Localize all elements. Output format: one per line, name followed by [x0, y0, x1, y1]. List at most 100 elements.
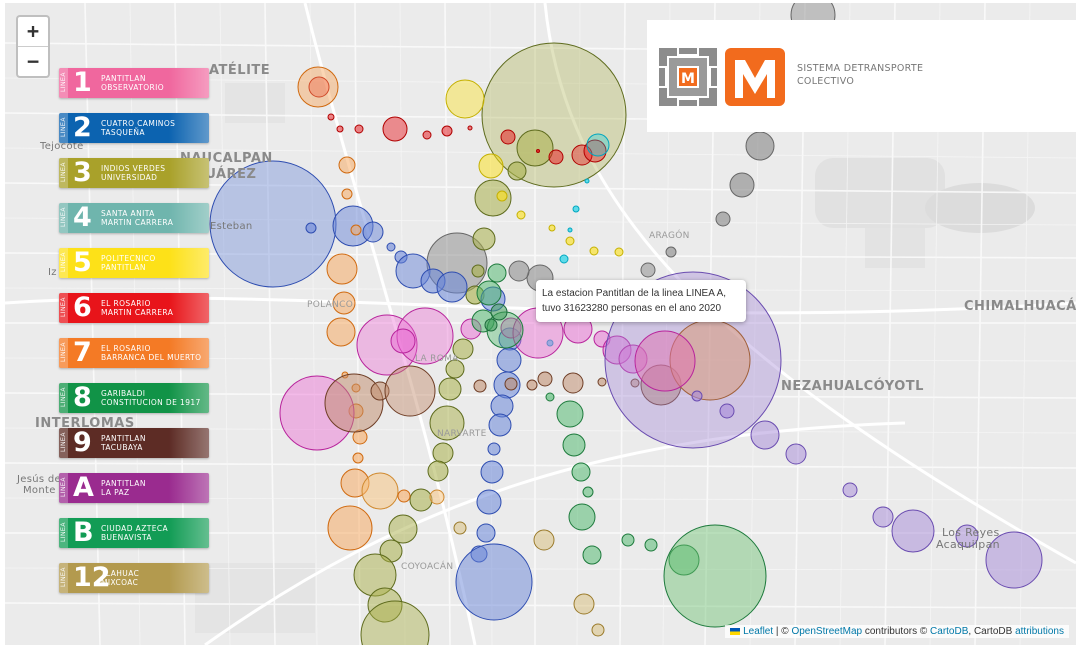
- legend-shine: [169, 518, 209, 548]
- legend-shine: [169, 293, 209, 323]
- legend-item-line-b: LINEA B CIUDAD AZTECA BUENAVISTA: [59, 518, 209, 548]
- logo-text-line2: COLECTIVO: [797, 76, 855, 87]
- zoom-in-button[interactable]: +: [18, 17, 48, 46]
- tooltip-line2: tuvo 31623280 personas en el ano 2020: [542, 303, 722, 314]
- map-canvas[interactable]: ATÉLITE NAUCALPAN JUÁREZ Tejocote Esteba…: [5, 3, 1076, 645]
- place-label-esteban: Esteban: [210, 221, 253, 232]
- cartodb-link[interactable]: CartoDB: [930, 626, 968, 637]
- legend-item-line-8: LINEA 8 GARIBALDI CONSTITUCION DE 1917: [59, 383, 209, 413]
- legend-line-terminal-1: TLAHUAC: [101, 569, 140, 578]
- legend-line-terminal-2: MIXCOAC: [101, 578, 139, 587]
- legend-shine: [169, 473, 209, 503]
- legend-tag-text: LINEA: [61, 387, 67, 407]
- legend-line-terminal-2: PANTITLAN: [101, 263, 146, 272]
- legend-item-line-9: LINEA 9 PANTITLAN TACUBAYA: [59, 428, 209, 458]
- legend-line-terminal-2: TACUBAYA: [101, 443, 143, 452]
- legend-line-number: 5: [73, 248, 92, 278]
- place-label-atelite: ATÉLITE: [209, 63, 271, 78]
- legend-line-number: A: [73, 473, 94, 503]
- logo-text: SISTEMA DETRANSPORTE COLECTIVO: [797, 62, 923, 88]
- logo-panel: M SISTEMA DETRANSPORTE COLECTIVO: [647, 20, 1076, 132]
- legend-shine: [169, 248, 209, 278]
- legend-line-number: 3: [73, 158, 92, 188]
- legend-line-terminal-1: PANTITLAN: [101, 74, 146, 83]
- legend-line-terminal-2: TASQUEÑA: [101, 128, 145, 137]
- place-label-monte: Monte: [23, 485, 56, 496]
- place-label-acaquilpan: Acaquilpan: [936, 538, 1000, 551]
- legend-tag: LINEA: [59, 113, 68, 143]
- legend-line-number: 1: [73, 68, 92, 98]
- place-label-jesus-de: Jesús de: [17, 474, 61, 485]
- legend-line-terminal-2: MARTIN CARRERA: [101, 218, 174, 227]
- legend-item-line-4: LINEA 4 SANTA ANITA MARTIN CARRERA: [59, 203, 209, 233]
- place-label-la-roma: LA ROMA: [415, 354, 459, 364]
- zoom-out-button[interactable]: −: [18, 46, 48, 76]
- station-tooltip: La estacion Pantitlan de la linea LINEA …: [536, 280, 746, 322]
- legend-line-terminal-2: MARTIN CARRERA: [101, 308, 174, 317]
- legend-line-terminal-1: CUATRO CAMINOS: [101, 119, 176, 128]
- legend-item-line-a: LINEA A PANTITLAN LA PAZ: [59, 473, 209, 503]
- legend-line-number: 4: [73, 203, 92, 233]
- legend-shine: [169, 68, 209, 98]
- legend-shine: [169, 383, 209, 413]
- legend-line-terminal-1: PANTITLAN: [101, 479, 146, 488]
- attribution-sep: | ©: [773, 626, 792, 637]
- legend-line-terminal-1: PANTITLAN: [101, 434, 146, 443]
- legend-tag: LINEA: [59, 158, 68, 188]
- legend-shine: [169, 338, 209, 368]
- legend-line-terminal-2: OBSERVATORIO: [101, 83, 165, 92]
- place-label-polanco: POLANCO: [307, 300, 354, 310]
- zoom-control: + −: [16, 15, 50, 78]
- legend-tag-text: LINEA: [61, 432, 67, 452]
- attribution-contributors: contributors ©: [862, 626, 931, 637]
- legend-tag-text: LINEA: [61, 342, 67, 362]
- legend-line-terminal-1: EL ROSARIO: [101, 299, 151, 308]
- legend-shine: [169, 113, 209, 143]
- place-label-aragon: ARAGÓN: [649, 231, 690, 241]
- legend-tag-text: LINEA: [61, 252, 67, 272]
- legend-tag: LINEA: [59, 518, 68, 548]
- legend-tag: LINEA: [59, 203, 68, 233]
- legend-tag: LINEA: [59, 248, 68, 278]
- legend-tag-text: LINEA: [61, 477, 67, 497]
- place-label-nezahualcoyotl: NEZAHUALCÓYOTL: [781, 379, 924, 394]
- legend-tag: LINEA: [59, 68, 68, 98]
- legend-item-line-1: LINEA 1 PANTITLAN OBSERVATORIO: [59, 68, 209, 98]
- legend-tag: LINEA: [59, 428, 68, 458]
- legend-line-terminal-1: POLITECNICO: [101, 254, 156, 263]
- legend-item-line-5: LINEA 5 POLITECNICO PANTITLAN: [59, 248, 209, 278]
- place-label-iz: Iz: [48, 267, 57, 278]
- openstreetmap-link[interactable]: OpenStreetMap: [791, 626, 862, 637]
- logo-text-line1: SISTEMA DETRANSPORTE: [797, 63, 924, 74]
- legend-line-terminal-1: CIUDAD AZTECA: [101, 524, 169, 533]
- legend-shine: [169, 563, 209, 593]
- legend-line-terminal-2: BUENAVISTA: [101, 533, 152, 542]
- ukraine-flag-icon: [730, 627, 741, 635]
- legend-shine: [169, 158, 209, 188]
- legend-tag-text: LINEA: [61, 297, 67, 317]
- legend-line-terminal-2: LA PAZ: [101, 488, 130, 497]
- legend-tag: LINEA: [59, 563, 68, 593]
- legend-line-number: 2: [73, 113, 92, 143]
- leaflet-link[interactable]: Leaflet: [743, 626, 773, 637]
- legend-item-line-2: LINEA 2 CUATRO CAMINOS TASQUEÑA: [59, 113, 209, 143]
- legend-tag: LINEA: [59, 338, 68, 368]
- legend-tag: LINEA: [59, 383, 68, 413]
- attribution-cartodb-text: , CartoDB: [968, 626, 1016, 637]
- metro-cdmx-logo: M: [659, 48, 785, 106]
- legend-tag-text: LINEA: [61, 207, 67, 227]
- place-label-coyoacan: COYOACÁN: [401, 562, 454, 572]
- map-attribution: Leaflet | © OpenStreetMap contributors ©…: [725, 625, 1069, 638]
- legend-line-terminal-1: EL ROSARIO: [101, 344, 151, 353]
- legend-tag-text: LINEA: [61, 522, 67, 542]
- legend-tag: LINEA: [59, 473, 68, 503]
- svg-text:M: M: [681, 71, 695, 87]
- legend-tag: LINEA: [59, 293, 68, 323]
- legend-line-number: 8: [73, 383, 92, 413]
- legend-line-terminal-1: GARIBALDI: [101, 389, 146, 398]
- legend-line-number: B: [73, 518, 94, 548]
- legend-item-line-6: LINEA 6 EL ROSARIO MARTIN CARRERA: [59, 293, 209, 323]
- attributions-link[interactable]: attributions: [1015, 626, 1064, 637]
- legend-line-terminal-1: SANTA ANITA: [101, 209, 155, 218]
- legend-line-terminal-2: UNIVERSIDAD: [101, 173, 158, 182]
